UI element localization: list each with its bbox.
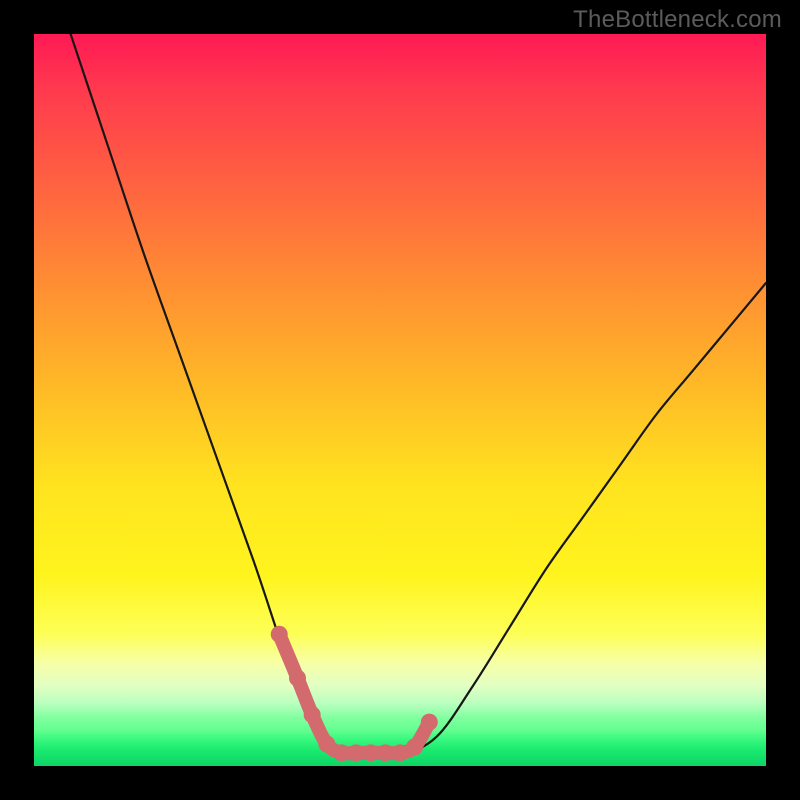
marker-dot (304, 706, 321, 723)
chart-frame: TheBottleneck.com (0, 0, 800, 800)
marker-dot (289, 670, 306, 687)
plot-area (34, 34, 766, 766)
bottleneck-curve (71, 34, 766, 756)
marker-dot (348, 744, 365, 761)
marker-dot (421, 714, 438, 731)
chart-svg (34, 34, 766, 766)
marker-dot (377, 744, 394, 761)
marker-dot (406, 738, 423, 755)
marker-dot (318, 736, 335, 753)
marker-dot (333, 744, 350, 761)
marker-dot (271, 626, 288, 643)
marker-dot (392, 744, 409, 761)
flat-bottom-marker-path (279, 634, 429, 753)
flat-bottom-marker-dots (271, 626, 438, 762)
watermark-text: TheBottleneck.com (573, 6, 782, 34)
marker-dot (362, 744, 379, 761)
